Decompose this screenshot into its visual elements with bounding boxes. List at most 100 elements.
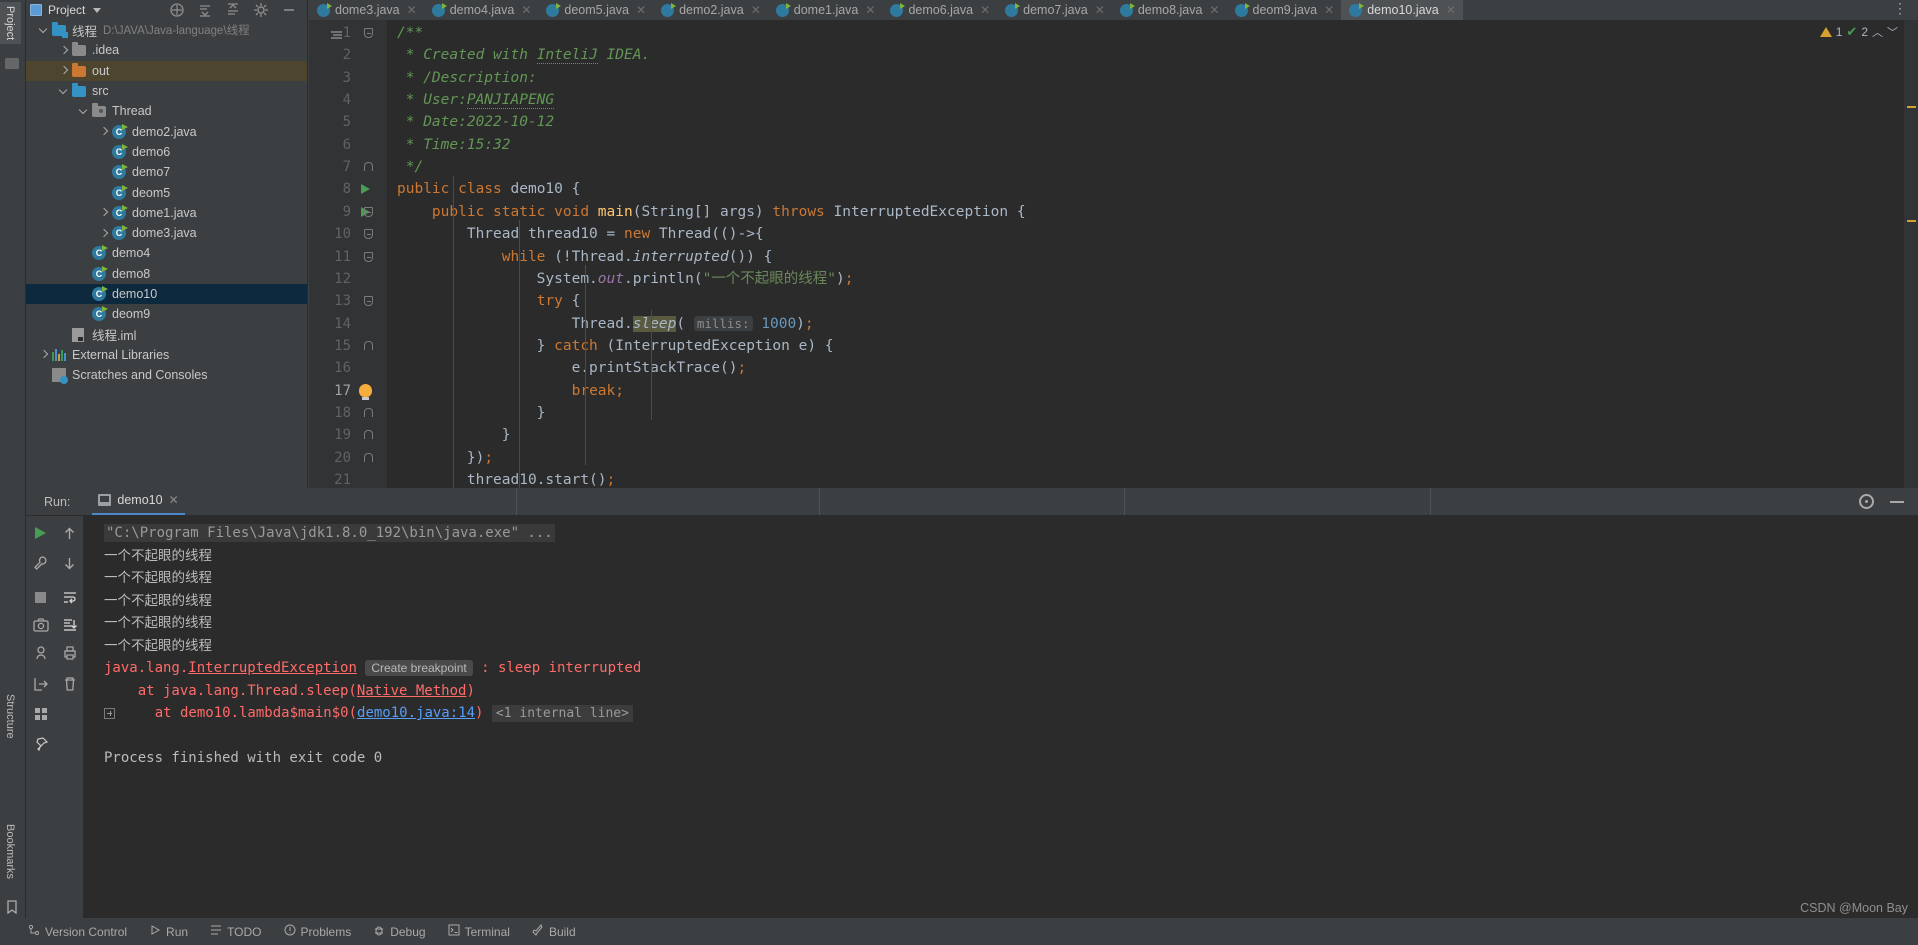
- code-fold-icon[interactable]: [364, 229, 373, 240]
- print-button[interactable]: [55, 640, 84, 666]
- stack-link[interactable]: demo10.java:14: [357, 705, 475, 721]
- code-line[interactable]: Thread thread10 = new Thread(()->{: [397, 223, 764, 245]
- toolwindow-tab-bookmarks[interactable]: Bookmarks: [0, 820, 21, 883]
- editor-tab-demo10-java[interactable]: demo10.java ✕: [1341, 0, 1463, 20]
- statusbar-item-todo[interactable]: TODO: [210, 924, 262, 939]
- bookmark-gutter-icon[interactable]: [331, 28, 343, 39]
- editor-tab-demo4-java[interactable]: demo4.java ✕: [424, 0, 539, 20]
- gear-icon[interactable]: [253, 2, 269, 18]
- project-tree[interactable]: 线程 D:\JAVA\Java-language\线程 .idea out src Thr…: [26, 20, 307, 488]
- code-fold-icon[interactable]: [364, 340, 373, 350]
- editor-tab-dome3-java[interactable]: dome3.java ✕: [309, 0, 424, 20]
- code-fold-icon[interactable]: [364, 407, 373, 417]
- tree-item--iml[interactable]: 线程.iml: [26, 324, 307, 344]
- code-line[interactable]: * Date:2022-10-12: [397, 111, 554, 133]
- run-gutter-icon[interactable]: [361, 184, 370, 195]
- tree-item--idea[interactable]: .idea: [26, 40, 307, 60]
- up-arrow-button[interactable]: [55, 520, 84, 546]
- expand-arrow-icon[interactable]: [38, 348, 51, 361]
- code-line[interactable]: });: [397, 447, 493, 469]
- editor-tab-demo7-java[interactable]: demo7.java ✕: [997, 0, 1112, 20]
- close-icon[interactable]: ✕: [980, 3, 990, 17]
- code-fold-icon[interactable]: [364, 452, 373, 462]
- code-line[interactable]: * User:PANJIAPENG: [397, 89, 555, 111]
- tree-item-demo8[interactable]: Cdemo8: [26, 264, 307, 284]
- editor-tab-dome1-java[interactable]: dome1.java ✕: [768, 0, 883, 20]
- warning-marker[interactable]: [1907, 220, 1916, 222]
- close-icon[interactable]: ✕: [407, 3, 417, 17]
- close-icon[interactable]: ✕: [1324, 3, 1334, 17]
- rerun-button[interactable]: [26, 520, 55, 546]
- scroll-to-end-button[interactable]: [55, 612, 84, 638]
- tree-item-demo4[interactable]: Cdemo4: [26, 243, 307, 263]
- close-icon[interactable]: ✕: [169, 493, 179, 507]
- close-icon[interactable]: ✕: [1095, 3, 1105, 17]
- tree-item--[interactable]: 线程 D:\JAVA\Java-language\线程: [26, 20, 307, 40]
- code-line[interactable]: */: [397, 156, 423, 178]
- code-line[interactable]: * /Description:: [397, 67, 537, 89]
- code-fold-icon[interactable]: [364, 28, 373, 38]
- editor-gutter[interactable]: 1 2 3 4 5 6 7 8 9 10 11 12 13 14 15 16 17 18 19 20 21: [309, 20, 387, 488]
- chevron-up-icon[interactable]: ︿: [1872, 24, 1883, 40]
- tree-item-out[interactable]: out: [26, 60, 307, 81]
- editor-tab-deom5-java[interactable]: deom5.java ✕: [538, 0, 653, 20]
- internal-lines-chip[interactable]: <1 internal line>: [491, 705, 633, 722]
- expand-all-icon[interactable]: [197, 2, 213, 18]
- inspection-widget[interactable]: 1 ✔ 2 ︿ ﹀: [1819, 24, 1898, 40]
- expand-arrow-icon[interactable]: [98, 125, 111, 138]
- tree-item-thread[interactable]: Thread: [26, 101, 307, 121]
- trace-button[interactable]: [26, 640, 55, 666]
- expand-stack-icon[interactable]: [104, 707, 115, 719]
- tree-item-dome3-java[interactable]: Cdome3.java: [26, 223, 307, 243]
- close-icon[interactable]: ✕: [751, 3, 761, 17]
- tree-item-external-libraries[interactable]: External Libraries: [26, 345, 307, 365]
- statusbar-item-run[interactable]: Run: [149, 924, 188, 939]
- code-fold-icon[interactable]: [364, 162, 373, 172]
- collapse-arrow-icon[interactable]: [78, 105, 91, 118]
- collapse-all-icon[interactable]: [225, 2, 241, 18]
- run-toolbar[interactable]: [26, 516, 84, 918]
- editor-tabs[interactable]: dome3.java ✕ demo4.java ✕ deom5.java ✕ demo2.j…: [309, 0, 1918, 20]
- tab-overflow-menu[interactable]: ⋮: [1883, 0, 1918, 20]
- editor-scroll-strip[interactable]: [1904, 20, 1918, 488]
- tree-item-scratches-and-consoles[interactable]: Scratches and Consoles: [26, 365, 307, 385]
- code-line[interactable]: thread10.start();: [397, 469, 615, 488]
- code-line[interactable]: public class demo10 {: [397, 178, 580, 200]
- close-icon[interactable]: ✕: [636, 3, 646, 17]
- code-line[interactable]: * Created with InteliJ IDEA.: [397, 44, 650, 66]
- hide-icon[interactable]: [281, 2, 297, 18]
- code-line[interactable]: e.printStackTrace();: [397, 357, 747, 379]
- stop-button[interactable]: [26, 584, 55, 610]
- expand-arrow-icon[interactable]: [98, 227, 111, 240]
- create-breakpoint-chip[interactable]: Create breakpoint: [365, 660, 473, 676]
- tree-item-demo10[interactable]: Cdemo10: [26, 283, 307, 305]
- tree-item-demo2-java[interactable]: Cdemo2.java: [26, 121, 307, 141]
- down-arrow-button[interactable]: [55, 550, 84, 576]
- code-line[interactable]: System.out.println("一个不起眼的线程");: [397, 268, 854, 290]
- close-icon[interactable]: ✕: [865, 3, 875, 17]
- collapse-arrow-icon[interactable]: [38, 24, 51, 37]
- chevron-down-icon[interactable]: ﹀: [1887, 24, 1898, 40]
- export-button[interactable]: [26, 671, 55, 697]
- code-line[interactable]: public static void main(String[] args) t…: [397, 201, 1026, 223]
- close-icon[interactable]: ✕: [521, 3, 531, 17]
- expand-arrow-icon[interactable]: [98, 206, 111, 219]
- editor-tab-demo6-java[interactable]: demo6.java ✕: [882, 0, 997, 20]
- wrench-button[interactable]: [26, 550, 55, 576]
- code-fold-icon[interactable]: [364, 206, 373, 217]
- hide-minus-icon[interactable]: [1890, 500, 1904, 503]
- code-fold-icon[interactable]: [364, 296, 373, 307]
- statusbar-item-terminal[interactable]: Terminal: [448, 924, 510, 939]
- toolwindow-tab-structure[interactable]: Structure: [0, 690, 21, 743]
- code-line[interactable]: }: [397, 402, 546, 424]
- tree-item-src[interactable]: src: [26, 81, 307, 101]
- code-line[interactable]: /**: [397, 22, 423, 44]
- expand-arrow-icon[interactable]: [58, 44, 71, 57]
- tree-item-demo7[interactable]: Cdemo7: [26, 162, 307, 182]
- run-configuration-tab[interactable]: demo10 ✕: [92, 489, 185, 515]
- console-output[interactable]: "C:\Program Files\Java\jdk1.8.0_192\bin\…: [84, 516, 1918, 918]
- code-content[interactable]: /** * Created with InteliJ IDEA. * /Desc…: [387, 20, 1904, 488]
- tree-item-dome1-java[interactable]: Cdome1.java: [26, 203, 307, 223]
- code-fold-icon[interactable]: [364, 430, 373, 440]
- soft-wrap-button[interactable]: [55, 584, 84, 610]
